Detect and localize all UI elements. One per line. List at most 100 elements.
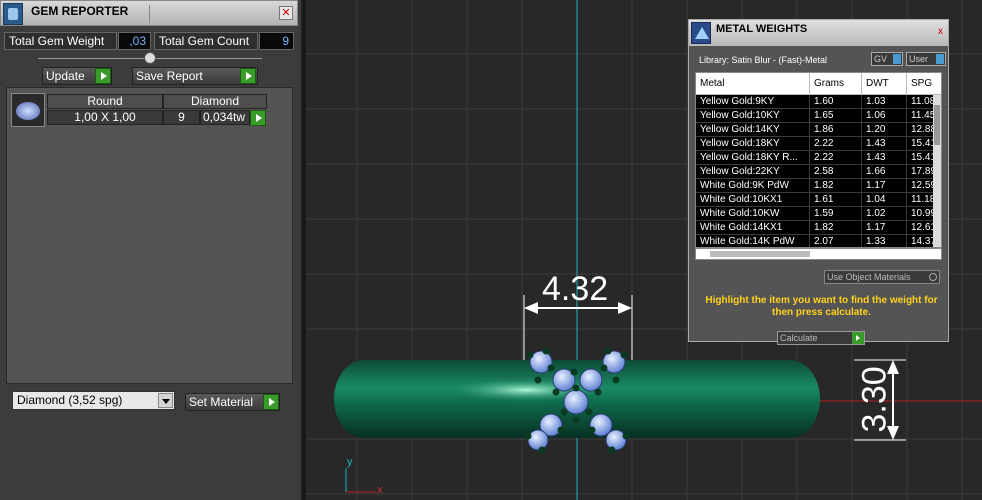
scrollbar-thumb[interactable]	[934, 105, 940, 145]
material-select[interactable]: Diamond (3,52 spg)	[12, 391, 175, 410]
scrollbar-thumb[interactable]	[710, 251, 810, 257]
gv-toggle-label: GV	[874, 54, 888, 64]
table-cell: 1.60	[810, 95, 862, 109]
table-cell: 1.02	[862, 207, 907, 221]
slider-handle[interactable]	[144, 52, 156, 64]
total-gem-count-label: Total Gem Count	[154, 32, 258, 50]
set-material-button-label: Set Material	[189, 395, 254, 409]
radio-indicator-icon	[929, 273, 937, 281]
table-cell: 1.03	[862, 95, 907, 109]
titlebar-divider	[149, 5, 150, 23]
table-cell: 1.17	[862, 221, 907, 235]
table-row[interactable]: Yellow Gold:9KY 1.60 1.03 11.08	[696, 95, 941, 109]
column-header-metal[interactable]: Metal	[696, 73, 810, 95]
vertical-scrollbar[interactable]	[933, 95, 941, 247]
table-cell: Yellow Gold:9KY	[696, 95, 810, 109]
set-material-go-icon[interactable]	[263, 394, 279, 410]
use-object-materials-label: Use Object Materials	[827, 272, 911, 282]
table-cell: 1.65	[810, 109, 862, 123]
gem-reporter-app-icon	[3, 3, 23, 25]
gem-count-cell[interactable]: 9	[163, 110, 200, 125]
material-select-value: Diamond (3,52 spg)	[17, 393, 123, 407]
toggle-indicator-icon	[893, 54, 901, 64]
table-cell: 2.22	[810, 151, 862, 165]
gem-cut-cell[interactable]: Round	[47, 94, 163, 109]
calculate-button[interactable]: Calculate	[777, 331, 865, 345]
table-row[interactable]: Yellow Gold:18KY R... 2.22 1.43 15.41	[696, 151, 941, 165]
table-row[interactable]: Yellow Gold:18KY 2.22 1.43 15.41	[696, 137, 941, 151]
table-cell: 1.61	[810, 193, 862, 207]
close-icon[interactable]: x	[938, 26, 948, 38]
gem-reporter-panel: GEM REPORTER ✕ Total Gem Weight ,03 Tota…	[0, 0, 302, 500]
table-row[interactable]: White Gold:9K PdW 1.82 1.17 12.59	[696, 179, 941, 193]
table-cell: White Gold:10KW	[696, 207, 810, 221]
calculate-button-label: Calculate	[780, 333, 818, 343]
gem-size-cell[interactable]: 1,00 X 1,00	[47, 110, 163, 125]
metal-weights-title: METAL WEIGHTS	[716, 23, 808, 35]
save-report-go-icon[interactable]	[240, 68, 256, 84]
column-header-grams[interactable]: Grams	[810, 73, 862, 95]
table-cell: 1.17	[862, 179, 907, 193]
library-label: Library: Satin Blur - (Fast)-Metal	[699, 55, 828, 65]
table-row[interactable]: Yellow Gold:14KY 1.86 1.20 12.88	[696, 123, 941, 137]
table-cell: 1.59	[810, 207, 862, 221]
table-cell: 1.86	[810, 123, 862, 137]
table-cell: 1.20	[862, 123, 907, 137]
table-cell: 1.33	[862, 235, 907, 247]
table-cell: 1.82	[810, 221, 862, 235]
table-row[interactable]: White Gold:10KX1 1.61 1.04 11.18	[696, 193, 941, 207]
table-cell: 1.06	[862, 109, 907, 123]
user-toggle[interactable]: User	[906, 52, 946, 66]
table-cell: 1.66	[862, 165, 907, 179]
table-row[interactable]: Yellow Gold:10KY 1.65 1.06 11.45	[696, 109, 941, 123]
gv-toggle[interactable]: GV	[871, 52, 903, 66]
save-report-button-label: Save Report	[136, 69, 203, 83]
update-button-label: Update	[46, 69, 85, 83]
metal-weights-titlebar[interactable]: METAL WEIGHTS x	[689, 20, 948, 46]
chevron-down-icon[interactable]	[158, 393, 173, 408]
table-row[interactable]: White Gold:14KX1 1.82 1.17 12.61	[696, 221, 941, 235]
total-gem-weight-value: ,03	[118, 32, 151, 50]
update-go-icon[interactable]	[95, 68, 111, 84]
user-toggle-label: User	[909, 54, 929, 64]
table-cell: 2.07	[810, 235, 862, 247]
width-dimension-label: 4.32	[542, 270, 609, 308]
gem-reporter-title: GEM REPORTER	[31, 4, 129, 18]
gem-reporter-titlebar[interactable]: GEM REPORTER ✕	[0, 0, 298, 26]
column-header-dwt[interactable]: DWT	[862, 73, 907, 95]
instruction-text: Highlight the item you want to find the …	[705, 295, 938, 318]
axis-y-label: y	[347, 456, 353, 468]
table-cell: 2.58	[810, 165, 862, 179]
table-cell: Yellow Gold:22KY	[696, 165, 810, 179]
table-cell: 1.04	[862, 193, 907, 207]
table-cell: 1.82	[810, 179, 862, 193]
table-cell: Yellow Gold:10KY	[696, 109, 810, 123]
use-object-materials-toggle[interactable]: Use Object Materials	[824, 270, 940, 284]
table-cell: White Gold:14KX1	[696, 221, 810, 235]
column-header-spg[interactable]: SPG	[907, 73, 941, 95]
table-row[interactable]: White Gold:10KW 1.59 1.02 10.99	[696, 207, 941, 221]
table-row[interactable]: White Gold:14K PdW 2.07 1.33 14.37	[696, 235, 941, 247]
table-cell: 1.43	[862, 137, 907, 151]
horizontal-scrollbar[interactable]	[695, 248, 942, 260]
table-cell: White Gold:9K PdW	[696, 179, 810, 193]
table-cell: White Gold:10KX1	[696, 193, 810, 207]
table-row[interactable]: Yellow Gold:22KY 2.58 1.66 17.89	[696, 165, 941, 179]
toggle-indicator-icon	[936, 54, 944, 64]
metal-weights-app-icon	[691, 22, 711, 44]
gem-type-cell[interactable]: Diamond	[163, 94, 267, 109]
table-cell: Yellow Gold:18KY	[696, 137, 810, 151]
height-dimension-label: 3.30	[855, 366, 894, 433]
table-cell: Yellow Gold:18KY R...	[696, 151, 810, 165]
table-cell: 1.43	[862, 151, 907, 165]
table-cell: 2.22	[810, 137, 862, 151]
close-icon[interactable]: ✕	[279, 6, 293, 20]
total-gem-weight-label: Total Gem Weight	[4, 32, 117, 50]
gem-row-go-icon[interactable]	[250, 110, 266, 126]
gem-list: Round Diamond 1,00 X 1,00 9 0,034tw	[6, 87, 293, 384]
table-cell: Yellow Gold:14KY	[696, 123, 810, 137]
axis-x-label: x	[377, 484, 383, 496]
round-gem-thumbnail-icon[interactable]	[11, 93, 45, 127]
axis-indicator	[345, 468, 376, 493]
gem-weight-cell[interactable]: 0,034tw	[200, 110, 250, 125]
